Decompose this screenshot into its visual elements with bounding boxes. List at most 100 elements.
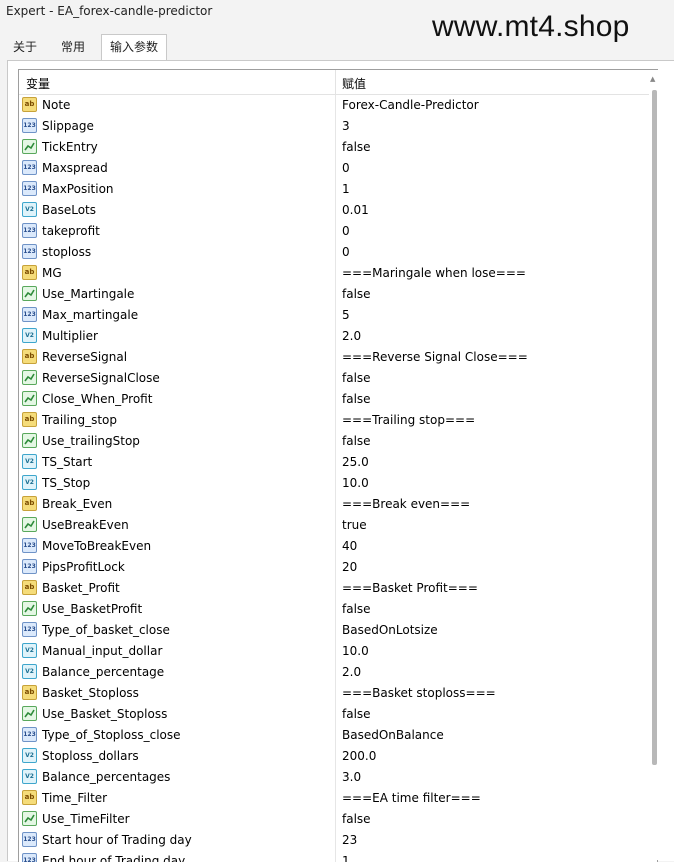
parameter-value[interactable]: 23 [342,833,357,847]
table-row[interactable]: ab MG ===Maringale when lose=== [19,263,653,284]
tab-common[interactable]: 常用 [53,36,93,59]
table-row[interactable]: 123 Start hour of Trading day 23 [19,830,653,851]
table-row[interactable]: ab Note Forex-Candle-Predictor [19,95,653,116]
table-row[interactable]: V2 TS_Start 25.0 [19,452,653,473]
table-row[interactable]: V2 Manual_input_dollar 10.0 [19,641,653,662]
table-row[interactable]: ReverseSignalClose false [19,368,653,389]
parameter-value[interactable]: ===Basket Profit=== [342,581,478,595]
table-row[interactable]: 123 Type_of_basket_close BasedOnLotsize [19,620,653,641]
parameter-value[interactable]: Forex-Candle-Predictor [342,98,479,112]
parameter-value[interactable]: ===Trailing stop=== [342,413,475,427]
parameter-value[interactable]: 5 [342,308,350,322]
parameter-value[interactable]: false [342,392,371,406]
parameter-value[interactable]: 10.0 [342,644,369,658]
cell-divider [335,851,336,862]
table-row[interactable]: ab Basket_Profit ===Basket Profit=== [19,578,653,599]
parameter-value[interactable]: 0 [342,245,350,259]
table-row[interactable]: UseBreakEven true [19,515,653,536]
table-row[interactable]: ab Break_Even ===Break even=== [19,494,653,515]
table-row[interactable]: V2 Stoploss_dollars 200.0 [19,746,653,767]
parameter-value[interactable]: 3 [342,119,350,133]
scrollbar-thumb[interactable] [652,90,657,765]
table-row[interactable]: V2 BaseLots 0.01 [19,200,653,221]
parameter-value[interactable]: 10.0 [342,476,369,490]
parameter-value[interactable]: 200.0 [342,749,376,763]
boolean-type-icon [22,391,37,406]
parameter-value[interactable]: 0 [342,224,350,238]
parameter-name: Use_Basket_Stoploss [42,707,168,721]
table-row[interactable]: Use_trailingStop false [19,431,653,452]
table-row[interactable]: ab Time_Filter ===EA time filter=== [19,788,653,809]
table-row[interactable]: 123 stoploss 0 [19,242,653,263]
vertical-scrollbar[interactable]: ▲ [649,70,659,860]
double-type-icon: V2 [22,643,37,658]
parameter-value[interactable]: 2.0 [342,665,361,679]
parameter-value[interactable]: 3.0 [342,770,361,784]
table-row[interactable]: Use_TimeFilter false [19,809,653,830]
table-row[interactable]: 123 PipsProfitLock 20 [19,557,653,578]
integer-type-icon: 123 [22,223,37,238]
table-row[interactable]: V2 TS_Stop 10.0 [19,473,653,494]
column-header-variable[interactable]: 变量 [26,75,50,92]
parameter-value[interactable]: ===EA time filter=== [342,791,481,805]
parameter-name: PipsProfitLock [42,560,125,574]
parameter-name: End hour of Trading day [42,854,186,862]
parameter-name: Balance_percentage [42,665,165,679]
cell-divider [335,200,336,221]
parameter-value[interactable]: 0.01 [342,203,369,217]
parameter-value[interactable]: false [342,371,371,385]
tab-about[interactable]: 关于 [5,36,45,59]
cell-divider [335,704,336,725]
scroll-up-arrow-icon[interactable]: ▲ [650,75,655,83]
parameter-value[interactable]: false [342,140,371,154]
parameter-value[interactable]: BasedOnBalance [342,728,444,742]
table-row[interactable]: V2 Multiplier 2.0 [19,326,653,347]
table-row[interactable]: ab Trailing_stop ===Trailing stop=== [19,410,653,431]
parameter-value[interactable]: false [342,287,371,301]
cell-divider [335,557,336,578]
parameter-value[interactable]: ===Break even=== [342,497,470,511]
table-row[interactable]: Use_Basket_Stoploss false [19,704,653,725]
parameter-value[interactable]: 0 [342,161,350,175]
parameter-value[interactable]: false [342,812,371,826]
parameter-name: Manual_input_dollar [42,644,163,658]
parameter-value[interactable]: 20 [342,560,357,574]
table-row[interactable]: 123 Type_of_Stoploss_close BasedOnBalance [19,725,653,746]
column-divider[interactable] [335,70,336,94]
table-row[interactable]: ab ReverseSignal ===Reverse Signal Close==… [19,347,653,368]
table-row[interactable]: 123 End hour of Trading day 1 [19,851,653,862]
parameter-value[interactable]: ===Reverse Signal Close=== [342,350,528,364]
parameter-name: Note [42,98,71,112]
parameter-value[interactable]: 1 [342,854,350,862]
table-row[interactable]: Close_When_Profit false [19,389,653,410]
parameter-value[interactable]: true [342,518,367,532]
table-row[interactable]: V2 Balance_percentages 3.0 [19,767,653,788]
table-row[interactable]: 123 takeprofit 0 [19,221,653,242]
parameter-value[interactable]: ===Basket stoploss=== [342,686,496,700]
parameter-value[interactable]: 40 [342,539,357,553]
parameter-value[interactable]: ===Maringale when lose=== [342,266,526,280]
table-row[interactable]: 123 MaxPosition 1 [19,179,653,200]
parameter-value[interactable]: false [342,434,371,448]
tab-input-parameters[interactable]: 输入参数 [101,34,168,61]
table-row[interactable]: Use_Martingale false [19,284,653,305]
parameter-name: MaxPosition [42,182,114,196]
parameter-value[interactable]: BasedOnLotsize [342,623,438,637]
parameter-value[interactable]: 25.0 [342,455,369,469]
string-type-icon: ab [22,496,37,511]
table-row[interactable]: TickEntry false [19,137,653,158]
parameter-value[interactable]: 2.0 [342,329,361,343]
table-row[interactable]: 123 Max_martingale 5 [19,305,653,326]
parameter-value[interactable]: 1 [342,182,350,196]
column-header-value[interactable]: 赋值 [342,75,366,92]
parameter-value[interactable]: false [342,707,371,721]
table-row[interactable]: 123 MoveToBreakEven 40 [19,536,653,557]
table-row[interactable]: 123 Maxspread 0 [19,158,653,179]
table-row[interactable]: V2 Balance_percentage 2.0 [19,662,653,683]
table-row[interactable]: ab Basket_Stoploss ===Basket stoploss=== [19,683,653,704]
parameter-value[interactable]: false [342,602,371,616]
table-row[interactable]: Use_BasketProfit false [19,599,653,620]
table-row[interactable]: 123 Slippage 3 [19,116,653,137]
double-type-icon: V2 [22,454,37,469]
cell-divider [335,242,336,263]
